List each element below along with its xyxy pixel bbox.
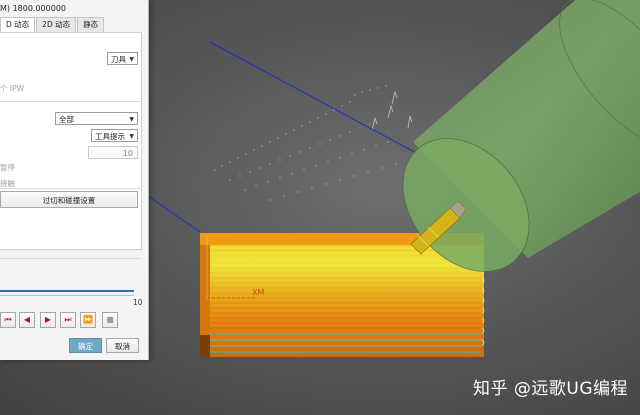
display-select-value: 刀具 bbox=[111, 55, 126, 64]
overcut-collision-settings-button[interactable]: 过切和碰撞设置 bbox=[0, 191, 138, 208]
tool-path-visualization-dialog: M) 1800.000000 D 动态 2D 动态 静态 刀具 ▼ 个 IPW … bbox=[0, 0, 149, 360]
go-to-end-button[interactable]: ⏭ bbox=[60, 312, 76, 328]
fast-forward-button[interactable]: ⏩ bbox=[80, 312, 96, 328]
chevron-down-icon: ▼ bbox=[129, 56, 134, 63]
xm-axis-label: XM bbox=[252, 288, 264, 297]
tab-3d-dynamic[interactable]: D 动态 bbox=[0, 17, 36, 32]
section-divider bbox=[0, 188, 141, 189]
step-back-icon: ◀ bbox=[23, 315, 31, 324]
slider-ticks bbox=[0, 295, 134, 296]
step-back-button[interactable]: ◀ bbox=[19, 312, 35, 328]
tool-axis-line-upper bbox=[209, 41, 421, 156]
animation-speed-slider[interactable] bbox=[0, 290, 134, 292]
pause-label: 暂停 bbox=[0, 163, 15, 172]
play-button[interactable]: ▶ bbox=[40, 312, 56, 328]
ipw-label: 个 IPW bbox=[0, 84, 25, 93]
tab-strip: D 动态 2D 动态 静态 bbox=[0, 17, 105, 32]
count-input[interactable]: 10 bbox=[88, 146, 138, 159]
chevron-down-icon: ▼ bbox=[129, 116, 134, 123]
scope-select-value: 全部 bbox=[59, 115, 74, 124]
watermark-text: 知乎 @远歌UG编程 bbox=[472, 379, 628, 399]
fast-forward-icon: ⏩ bbox=[83, 315, 93, 324]
chevron-down-icon: ▼ bbox=[129, 133, 134, 140]
toolpath-arrows bbox=[371, 90, 413, 131]
slider-max-label: 10 bbox=[133, 298, 143, 307]
go-to-start-button[interactable]: ⏮ bbox=[0, 312, 16, 328]
section-divider bbox=[0, 101, 141, 102]
stop-button[interactable]: ■ bbox=[102, 312, 118, 328]
play-icon: ▶ bbox=[44, 315, 52, 324]
skip-back-icon: ⏮ bbox=[4, 315, 12, 324]
dialog-title-fragment: M) 1800.000000 bbox=[0, 4, 67, 13]
tab-content: 刀具 ▼ 个 IPW 全部 ▼ 工具提示 ▼ 10 暂停 接触 过切和碰撞设置 bbox=[0, 32, 142, 250]
ok-button[interactable]: 确定 bbox=[69, 338, 102, 353]
cancel-button[interactable]: 取消 bbox=[106, 338, 139, 353]
skip-forward-icon: ⏭ bbox=[64, 315, 72, 324]
section-divider bbox=[0, 258, 141, 259]
scope-select[interactable]: 全部 ▼ bbox=[55, 112, 138, 125]
tool-axis-line-lower bbox=[147, 195, 201, 233]
tab-static[interactable]: 静态 bbox=[77, 17, 105, 32]
stop-icon: ■ bbox=[106, 315, 114, 324]
toolpath-dots bbox=[214, 85, 397, 201]
tool-tip-select-value: 工具提示 bbox=[95, 132, 125, 141]
tool-tip-select[interactable]: 工具提示 ▼ bbox=[91, 129, 138, 142]
display-select[interactable]: 刀具 ▼ bbox=[107, 52, 138, 65]
tab-2d-dynamic[interactable]: 2D 动态 bbox=[36, 17, 77, 32]
